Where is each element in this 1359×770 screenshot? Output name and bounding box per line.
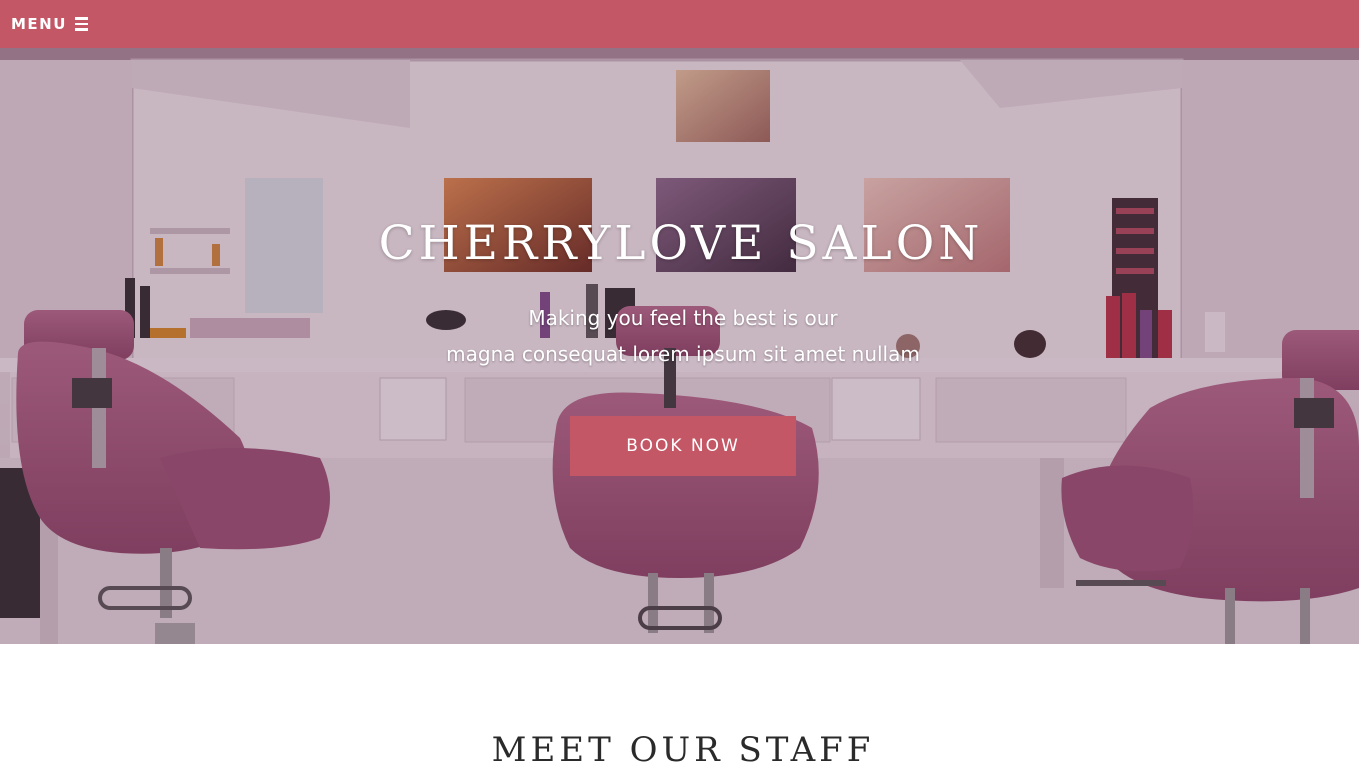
hero-content: CHERRYLOVE SALON Making you feel the bes… — [0, 48, 1359, 644]
menu-label: MENU — [11, 15, 67, 33]
hero-subtitle-line1: Making you feel the best is our — [528, 306, 838, 330]
hero-subtitle-line2: magna consequat lorem ipsum sit amet nul… — [446, 342, 920, 366]
hero-title: CHERRYLOVE SALON — [378, 216, 984, 271]
menu-toggle-button[interactable]: MENU — [11, 15, 88, 33]
hero-section: CHERRYLOVE SALON Making you feel the bes… — [0, 48, 1359, 644]
hamburger-icon — [74, 17, 88, 31]
top-nav-bar: MENU — [0, 0, 1359, 48]
staff-section-title: MEET OUR STAFF — [491, 730, 875, 770]
book-now-button[interactable]: BOOK NOW — [570, 416, 796, 476]
